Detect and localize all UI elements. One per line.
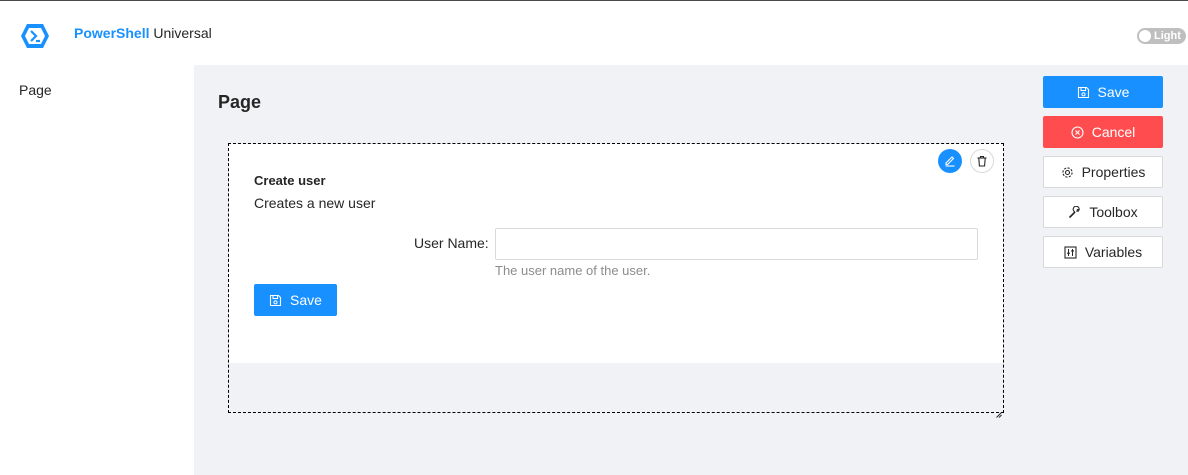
cancel-button[interactable]: Cancel	[1043, 116, 1163, 148]
form-description: Creates a new user	[254, 195, 376, 211]
theme-toggle-label: Light	[1154, 30, 1181, 42]
brand-name-bold: PowerShell	[74, 25, 150, 41]
form-card: Create user Creates a new user User Name…	[229, 144, 1003, 363]
user-name-label-text: User Name	[414, 235, 485, 251]
toolbox-button-label: Toolbox	[1089, 204, 1138, 220]
gear-icon	[1061, 166, 1074, 179]
user-name-help: The user name of the user.	[495, 263, 651, 278]
toolbox-button[interactable]: Toolbox	[1043, 196, 1163, 228]
theme-toggle[interactable]: Light	[1137, 28, 1186, 44]
delete-component-button[interactable]	[970, 149, 994, 173]
form-save-button[interactable]: Save	[254, 284, 337, 316]
app-header: PowerShell Universal Light	[0, 1, 1188, 65]
main-content: Page Create user Creates a new user User…	[194, 65, 1188, 475]
form-title: Create user	[254, 173, 326, 188]
sidebar: Page	[0, 65, 194, 475]
delete-icon	[976, 155, 988, 167]
cancel-button-label: Cancel	[1091, 124, 1136, 140]
component-container[interactable]: Create user Creates a new user User Name…	[228, 143, 1004, 418]
brand-name-rest: Universal	[149, 25, 212, 41]
form-save-label: Save	[290, 292, 322, 308]
variables-button-label: Variables	[1084, 244, 1143, 260]
edit-component-button[interactable]	[938, 149, 962, 173]
save-icon	[269, 294, 282, 307]
save-icon	[1077, 86, 1090, 99]
toggle-knob	[1139, 30, 1151, 42]
properties-button[interactable]: Properties	[1043, 156, 1163, 188]
cancel-icon	[1071, 125, 1084, 139]
user-name-input[interactable]	[495, 228, 978, 260]
app-brand[interactable]: PowerShell Universal	[74, 25, 212, 41]
page-title: Page	[218, 92, 262, 112]
powershell-logo-icon[interactable]	[20, 23, 50, 49]
variables-button[interactable]: Variables	[1043, 236, 1163, 268]
properties-button-label: Properties	[1081, 164, 1146, 180]
user-name-label: User Name:	[414, 235, 489, 251]
save-button-label: Save	[1097, 84, 1130, 100]
wrench-icon	[1068, 205, 1081, 219]
resize-handle-icon[interactable]	[996, 405, 1002, 418]
save-button[interactable]: Save	[1043, 76, 1163, 108]
edit-icon	[944, 155, 956, 167]
sliders-icon	[1064, 245, 1077, 259]
sidebar-item-page[interactable]: Page	[19, 82, 52, 98]
